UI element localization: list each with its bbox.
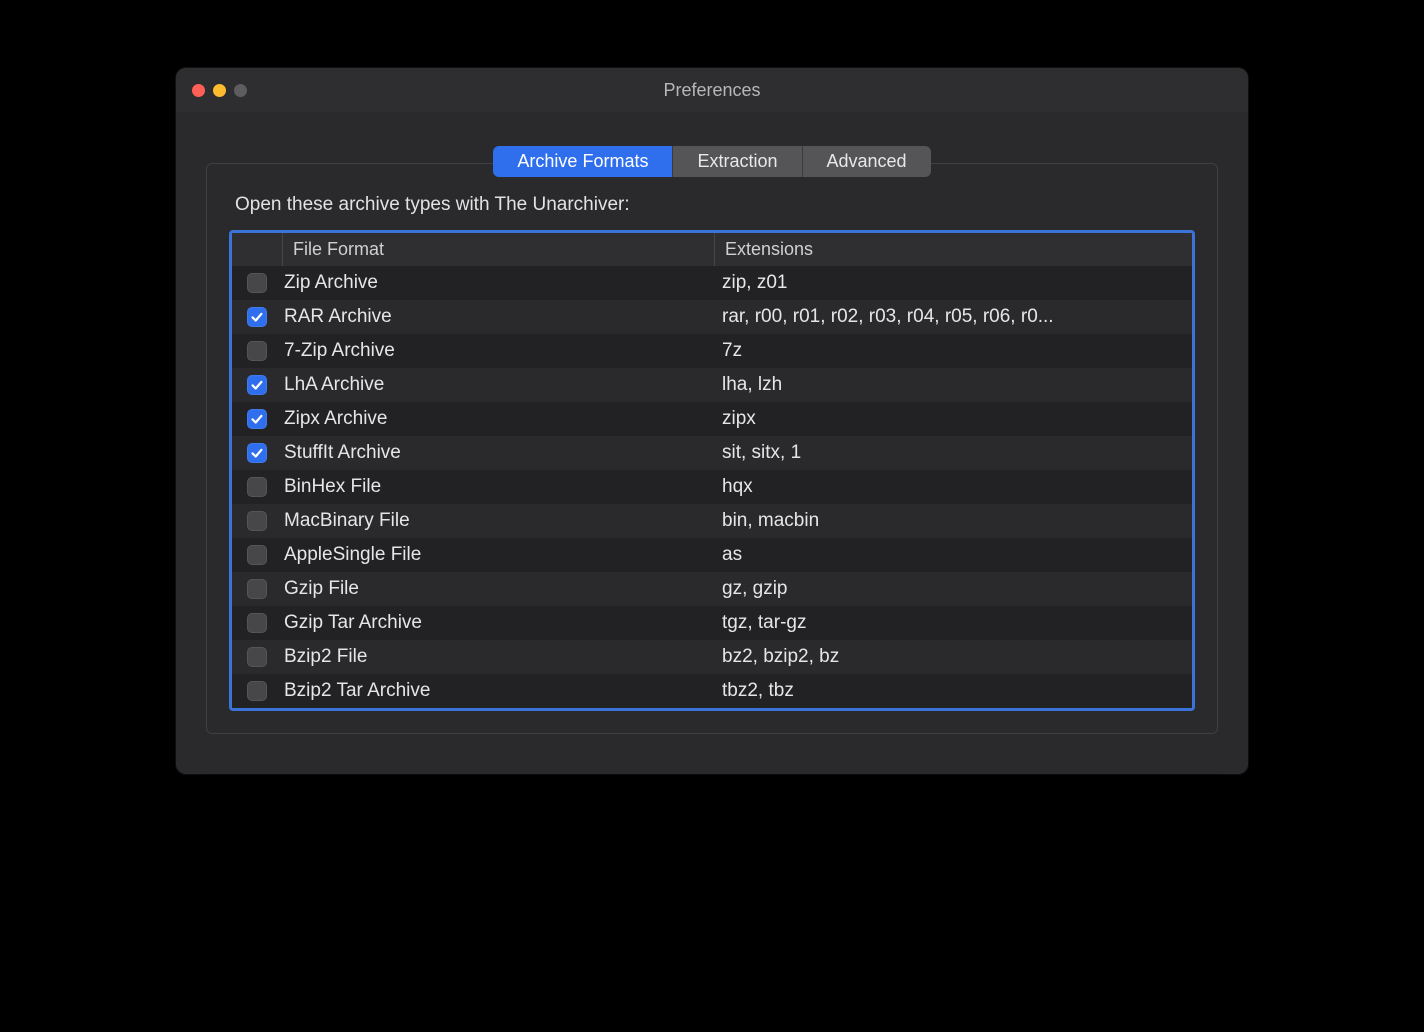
tab-extraction[interactable]: Extraction xyxy=(673,146,802,177)
format-checkbox[interactable] xyxy=(247,375,267,395)
cell-extensions: bin, macbin xyxy=(714,510,1192,532)
cell-format: Zipx Archive xyxy=(282,408,714,430)
format-checkbox[interactable] xyxy=(247,341,267,361)
cell-checkbox xyxy=(232,341,282,361)
format-checkbox[interactable] xyxy=(247,273,267,293)
cell-format: Gzip Tar Archive xyxy=(282,612,714,634)
cell-extensions: bz2, bzip2, bz xyxy=(714,646,1192,668)
cell-format: Gzip File xyxy=(282,578,714,600)
tab-advanced[interactable]: Advanced xyxy=(803,146,931,177)
cell-extensions: sit, sitx, 1 xyxy=(714,442,1192,464)
format-checkbox[interactable] xyxy=(247,477,267,497)
cell-extensions: as xyxy=(714,544,1192,566)
cell-checkbox xyxy=(232,409,282,429)
archive-formats-group: Open these archive types with The Unarch… xyxy=(206,163,1218,734)
table-body: Zip Archivezip, z01RAR Archiverar, r00, … xyxy=(232,266,1192,708)
cell-format: MacBinary File xyxy=(282,510,714,532)
table-row[interactable]: Bzip2 Filebz2, bzip2, bz xyxy=(232,640,1192,674)
format-checkbox[interactable] xyxy=(247,409,267,429)
cell-extensions: lha, lzh xyxy=(714,374,1192,396)
window-close-button[interactable] xyxy=(192,84,205,97)
cell-format: 7-Zip Archive xyxy=(282,340,714,362)
window-minimize-button[interactable] xyxy=(213,84,226,97)
table-row[interactable]: StuffIt Archivesit, sitx, 1 xyxy=(232,436,1192,470)
table-header: File Format Extensions xyxy=(232,233,1192,266)
cell-format: RAR Archive xyxy=(282,306,714,328)
table-row[interactable]: Gzip Filegz, gzip xyxy=(232,572,1192,606)
cell-format: StuffIt Archive xyxy=(282,442,714,464)
format-checkbox[interactable] xyxy=(247,579,267,599)
format-checkbox[interactable] xyxy=(247,511,267,531)
table-row[interactable]: Zipx Archivezipx xyxy=(232,402,1192,436)
format-checkbox[interactable] xyxy=(247,681,267,701)
tab-archive-formats[interactable]: Archive Formats xyxy=(493,146,673,177)
tabs: Archive FormatsExtractionAdvanced xyxy=(493,146,930,177)
table-row[interactable]: Gzip Tar Archivetgz, tar-gz xyxy=(232,606,1192,640)
cell-extensions: tgz, tar-gz xyxy=(714,612,1192,634)
cell-format: Bzip2 Tar Archive xyxy=(282,680,714,702)
cell-checkbox xyxy=(232,681,282,701)
cell-extensions: 7z xyxy=(714,340,1192,362)
cell-checkbox xyxy=(232,307,282,327)
table-row[interactable]: Bzip2 Tar Archivetbz2, tbz xyxy=(232,674,1192,708)
format-checkbox[interactable] xyxy=(247,647,267,667)
group-label: Open these archive types with The Unarch… xyxy=(235,194,1195,216)
cell-format: AppleSingle File xyxy=(282,544,714,566)
preferences-window: Preferences Archive FormatsExtractionAdv… xyxy=(176,68,1248,774)
table-row[interactable]: 7-Zip Archive7z xyxy=(232,334,1192,368)
cell-extensions: zipx xyxy=(714,408,1192,430)
cell-extensions: hqx xyxy=(714,476,1192,498)
cell-checkbox xyxy=(232,511,282,531)
column-header-checkbox[interactable] xyxy=(232,233,282,266)
table-row[interactable]: RAR Archiverar, r00, r01, r02, r03, r04,… xyxy=(232,300,1192,334)
table-row[interactable]: MacBinary Filebin, macbin xyxy=(232,504,1192,538)
window-title: Preferences xyxy=(176,80,1248,101)
cell-extensions: zip, z01 xyxy=(714,272,1192,294)
format-checkbox[interactable] xyxy=(247,307,267,327)
window-zoom-button[interactable] xyxy=(234,84,247,97)
content: Archive FormatsExtractionAdvanced Open t… xyxy=(176,112,1248,774)
cell-checkbox xyxy=(232,443,282,463)
cell-format: Bzip2 File xyxy=(282,646,714,668)
table-row[interactable]: Zip Archivezip, z01 xyxy=(232,266,1192,300)
table-row[interactable]: AppleSingle Fileas xyxy=(232,538,1192,572)
table-row[interactable]: BinHex Filehqx xyxy=(232,470,1192,504)
column-header-format[interactable]: File Format xyxy=(282,233,714,266)
cell-checkbox xyxy=(232,613,282,633)
format-checkbox[interactable] xyxy=(247,443,267,463)
cell-checkbox xyxy=(232,477,282,497)
cell-extensions: rar, r00, r01, r02, r03, r04, r05, r06, … xyxy=(714,306,1192,328)
formats-table[interactable]: File Format Extensions Zip Archivezip, z… xyxy=(229,230,1195,711)
table-row[interactable]: LhA Archivelha, lzh xyxy=(232,368,1192,402)
cell-format: BinHex File xyxy=(282,476,714,498)
cell-checkbox xyxy=(232,545,282,565)
cell-format: Zip Archive xyxy=(282,272,714,294)
format-checkbox[interactable] xyxy=(247,613,267,633)
column-header-extensions[interactable]: Extensions xyxy=(714,233,1192,266)
format-checkbox[interactable] xyxy=(247,545,267,565)
cell-extensions: tbz2, tbz xyxy=(714,680,1192,702)
cell-extensions: gz, gzip xyxy=(714,578,1192,600)
titlebar: Preferences xyxy=(176,68,1248,112)
cell-checkbox xyxy=(232,647,282,667)
cell-checkbox xyxy=(232,375,282,395)
cell-checkbox xyxy=(232,273,282,293)
traffic-lights xyxy=(176,84,247,97)
cell-checkbox xyxy=(232,579,282,599)
cell-format: LhA Archive xyxy=(282,374,714,396)
